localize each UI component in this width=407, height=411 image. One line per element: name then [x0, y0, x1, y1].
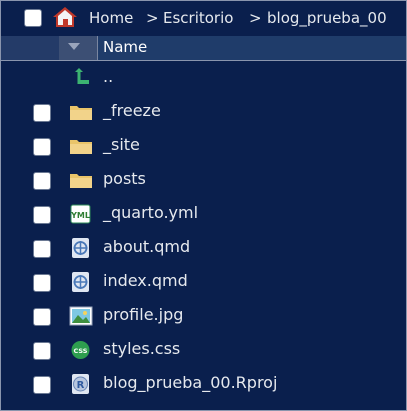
folder-icon	[69, 136, 93, 156]
file-row-about-qmd[interactable]: about.qmd	[1, 231, 406, 265]
file-row-freeze[interactable]: _freeze	[1, 95, 406, 129]
file-row-site[interactable]: _site	[1, 129, 406, 163]
file-row-styles-css[interactable]: CSS styles.css	[1, 333, 406, 367]
svg-text:R: R	[77, 380, 85, 391]
row-checkbox[interactable]	[33, 172, 51, 190]
file-row-quarto-yml[interactable]: YML _quarto.yml	[1, 197, 406, 231]
file-row-posts[interactable]: posts	[1, 163, 406, 197]
file-row-rproj[interactable]: R blog_prueba_00.Rproj	[1, 367, 406, 401]
header-checkbox-cell	[1, 36, 60, 60]
parent-folder-icon	[69, 68, 93, 88]
row-checkbox[interactable]	[33, 342, 51, 360]
file-name[interactable]: profile.jpg	[103, 305, 183, 324]
file-name[interactable]: _freeze	[103, 101, 161, 120]
select-all-checkbox[interactable]	[24, 9, 42, 27]
row-checkbox[interactable]	[33, 206, 51, 224]
breadcrumb-separator: >	[146, 9, 159, 27]
row-checkbox[interactable]	[33, 308, 51, 326]
file-row-index-qmd[interactable]: index.qmd	[1, 265, 406, 299]
file-name[interactable]: index.qmd	[103, 271, 188, 290]
breadcrumb-home[interactable]: Home	[89, 9, 133, 27]
row-checkbox[interactable]	[33, 104, 51, 122]
sort-down-icon	[68, 43, 80, 50]
row-checkbox[interactable]	[33, 274, 51, 292]
qmd-file-icon	[69, 238, 93, 258]
file-name[interactable]: ..	[103, 67, 113, 86]
file-name[interactable]: _quarto.yml	[103, 203, 198, 222]
qmd-file-icon	[69, 272, 93, 292]
file-name[interactable]: blog_prueba_00.Rproj	[103, 373, 277, 392]
file-name[interactable]: posts	[103, 169, 146, 188]
name-column-header[interactable]: Name	[103, 38, 147, 56]
sort-toggle[interactable]	[59, 36, 98, 60]
files-pane: Home > Escritorio > blog_prueba_00 Name …	[0, 0, 407, 411]
folder-icon	[69, 102, 93, 122]
row-checkbox[interactable]	[33, 376, 51, 394]
row-checkbox[interactable]	[33, 138, 51, 156]
row-checkbox[interactable]	[33, 240, 51, 258]
file-row-profile-jpg[interactable]: profile.jpg	[1, 299, 406, 333]
breadcrumb-escritorio[interactable]: Escritorio	[163, 9, 233, 27]
breadcrumb-separator: >	[249, 9, 262, 27]
file-row-parent[interactable]: ..	[1, 61, 406, 95]
file-name[interactable]: styles.css	[103, 339, 180, 358]
rproj-file-icon: R	[69, 374, 93, 394]
breadcrumb-current-folder: blog_prueba_00	[267, 9, 387, 27]
folder-icon	[69, 170, 93, 190]
image-file-icon	[69, 306, 93, 326]
css-file-icon: CSS	[69, 340, 93, 360]
svg-text:YML: YML	[70, 211, 90, 220]
breadcrumb: Home > Escritorio > blog_prueba_00	[1, 1, 406, 37]
file-name[interactable]: _site	[103, 135, 140, 154]
file-name[interactable]: about.qmd	[103, 237, 190, 256]
column-header-row: Name	[1, 36, 406, 61]
yml-file-icon: YML	[69, 204, 93, 224]
home-icon[interactable]	[52, 6, 78, 32]
svg-text:CSS: CSS	[74, 347, 88, 355]
